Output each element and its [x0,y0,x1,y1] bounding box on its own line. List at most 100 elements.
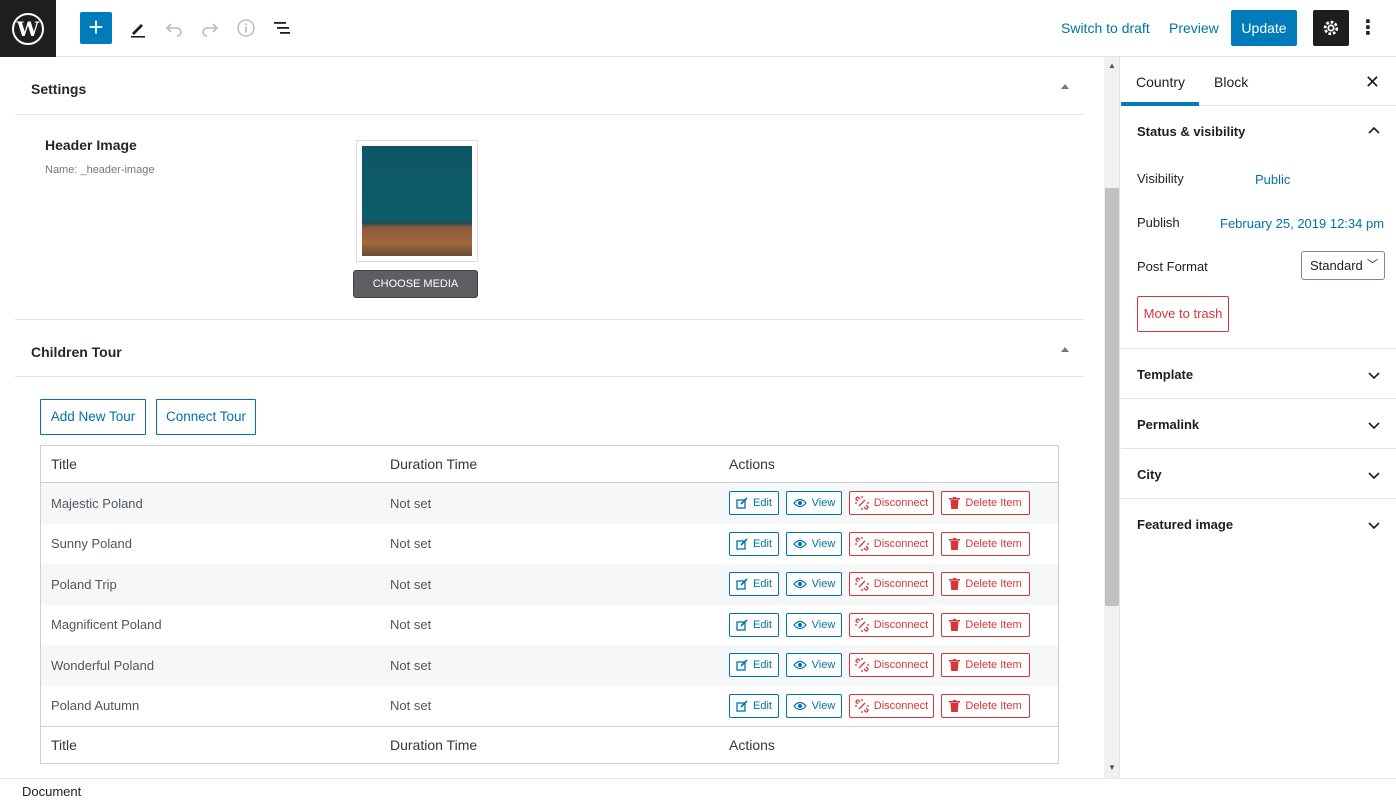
tour-title: Wonderful Poland [51,657,155,673]
disconnect-label: Disconnect [873,578,929,590]
add-new-tour-button[interactable]: Add New Tour [40,399,146,435]
tab-block[interactable]: Block [1214,74,1248,90]
disconnect-button[interactable]: Disconnect [849,612,934,637]
chevron-down-icon[interactable] [1368,469,1380,481]
tour-duration: Not set [390,576,432,592]
edit-button[interactable]: Edit [729,572,779,596]
tour-duration: Not set [390,617,432,633]
chevron-up-icon[interactable] [1368,125,1380,137]
delete-item-button[interactable]: Delete Item [941,612,1030,637]
settings-button[interactable] [1313,10,1349,46]
table-row: Poland Autumn Not set Edit View Disconnect De… [41,686,1058,727]
edit-button[interactable]: Edit [729,653,779,677]
view-button[interactable]: View [786,693,842,718]
scroll-down-arrow-icon[interactable]: ▼ [1104,763,1120,772]
view-button[interactable]: View [786,491,842,515]
update-button[interactable]: Update [1231,10,1297,46]
disconnect-button[interactable]: Disconnect [849,531,934,556]
block-breadcrumb-bar: Document [0,778,1396,800]
column-footer-actions: Actions [729,737,775,753]
undo-button[interactable] [160,14,188,42]
pencil-icon [131,24,145,38]
post-format-select[interactable]: Standard ﹀ [1301,251,1385,280]
tour-title: Majestic Poland [51,495,143,511]
visibility-value-link[interactable]: Public [1255,172,1290,187]
choose-media-button[interactable]: CHOOSE MEDIA [353,270,478,298]
eye-icon [792,620,807,629]
tab-country[interactable]: Country [1136,74,1185,90]
editor-scrollbar[interactable]: ▲ ▼ [1104,57,1120,778]
wordpress-logo[interactable]: W [0,0,56,57]
table-footer-row: Title Duration Time Actions [41,726,1058,763]
settings-panel-header[interactable]: Settings [15,57,1083,115]
header-image-preview[interactable] [356,140,478,262]
edit-label: Edit [753,578,772,590]
view-button[interactable]: View [786,612,842,637]
featured-image-section-title[interactable]: Featured image [1137,517,1233,532]
view-label: View [811,497,836,509]
tour-duration: Not set [390,495,432,511]
edit-button[interactable]: Edit [729,693,779,718]
preview-button[interactable]: Preview [1169,20,1219,36]
collapse-caret-icon[interactable] [1061,347,1069,352]
disconnect-button[interactable]: Disconnect [849,693,934,718]
unlink-icon [854,496,869,510]
view-button[interactable]: View [786,531,842,556]
edit-button[interactable]: Edit [729,612,779,637]
edit-icon [736,497,748,509]
edit-icon [736,659,748,671]
children-tour-panel-header[interactable]: Children Tour [15,319,1083,377]
disconnect-button[interactable]: Disconnect [849,572,934,596]
undo-icon [165,23,182,37]
scrollbar-thumb[interactable] [1105,188,1119,606]
move-to-trash-button[interactable]: Move to trash [1137,296,1229,332]
add-block-button[interactable]: + [80,12,112,44]
status-visibility-title[interactable]: Status & visibility [1137,124,1245,139]
more-menu-button[interactable]: ⋮ [1358,14,1378,42]
delete-item-button[interactable]: Delete Item [941,693,1030,718]
breadcrumb-document[interactable]: Document [22,784,81,799]
table-row: Majestic Poland Not set Edit View Disconnect… [41,483,1058,524]
details-button[interactable] [232,14,260,42]
edit-label: Edit [753,618,772,631]
collapse-caret-icon[interactable] [1061,84,1069,89]
city-section-title[interactable]: City [1137,467,1162,482]
view-label: View [811,537,836,550]
chevron-down-icon[interactable] [1368,369,1380,381]
edit-label: Edit [753,537,772,550]
disconnect-button[interactable]: Disconnect [849,491,934,515]
switch-to-draft-button[interactable]: Switch to draft [1061,20,1150,36]
redo-button[interactable] [196,14,224,42]
outline-button[interactable] [268,14,296,42]
delete-item-button[interactable]: Delete Item [941,572,1030,596]
tools-button[interactable] [124,14,152,42]
delete-label: Delete Item [965,659,1022,671]
delete-item-button[interactable]: Delete Item [941,531,1030,556]
disconnect-label: Disconnect [873,618,929,631]
chevron-down-icon[interactable] [1368,519,1380,531]
disconnect-button[interactable]: Disconnect [849,653,934,677]
trash-icon [949,578,961,590]
disconnect-label: Disconnect [873,497,929,509]
scroll-up-arrow-icon[interactable]: ▲ [1104,61,1120,70]
delete-item-button[interactable]: Delete Item [941,653,1030,677]
view-label: View [811,618,836,631]
edit-button[interactable]: Edit [729,531,779,556]
close-sidebar-button[interactable]: ✕ [1365,72,1380,93]
edit-button[interactable]: Edit [729,491,779,515]
delete-item-button[interactable]: Delete Item [941,491,1030,515]
view-button[interactable]: View [786,653,842,677]
trash-icon [949,659,961,671]
edit-label: Edit [753,497,772,509]
view-button[interactable]: View [786,572,842,596]
permalink-section-title[interactable]: Permalink [1137,417,1199,432]
template-section-title[interactable]: Template [1137,367,1193,382]
publish-date-link[interactable]: February 25, 2019 12:34 pm [1220,216,1384,231]
delete-label: Delete Item [965,497,1022,509]
connect-tour-button[interactable]: Connect Tour [156,399,256,435]
delete-label: Delete Item [965,618,1022,631]
chevron-down-icon[interactable] [1368,419,1380,431]
active-tab-indicator [1121,102,1199,106]
table-row: Poland Trip Not set Edit View Disconnect Dele… [41,564,1058,605]
column-footer-duration: Duration Time [390,737,478,753]
